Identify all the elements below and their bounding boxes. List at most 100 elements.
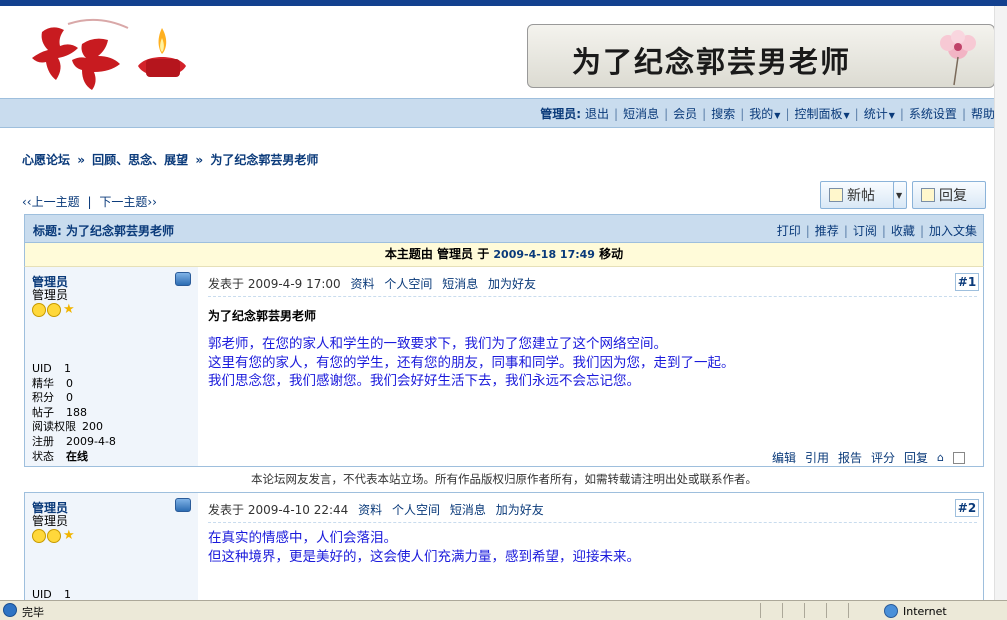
stat-value: 200 <box>82 420 103 434</box>
profile-link[interactable]: 资料 <box>358 503 382 517</box>
nav-my-label: 我的 <box>749 107 774 121</box>
smiley-icon <box>32 529 46 543</box>
edit-link[interactable]: 编辑 <box>772 449 796 466</box>
stat-row: 积分 0 <box>32 391 116 406</box>
stat-value: 1 <box>64 362 71 375</box>
breadcrumb-board[interactable]: 回顾、思念、展望 <box>92 153 188 167</box>
nav-members[interactable]: 会员 <box>673 105 697 122</box>
stat-row: 状态 在线 <box>32 450 116 465</box>
chevron-down-icon: ▼ <box>896 190 903 200</box>
floor-number[interactable]: #2 <box>955 499 979 517</box>
author-group: 管理员 <box>32 288 69 302</box>
space-link[interactable]: 个人空间 <box>392 503 440 517</box>
zone-label: Internet <box>903 604 947 618</box>
chevron-down-icon: ▼ <box>888 111 895 120</box>
action-separator: | <box>805 224 810 238</box>
favorite-link[interactable]: 收藏 <box>891 224 915 238</box>
status-bar: 完毕 Internet <box>0 600 1007 620</box>
profile-link[interactable]: 资料 <box>351 277 375 291</box>
nav-separator: | <box>961 106 966 121</box>
post-actions: 编辑 引用 报告 评分 回复 ⌂ <box>763 449 965 466</box>
report-link[interactable]: 报告 <box>838 449 862 466</box>
chevron-down-icon: ▼ <box>774 111 781 120</box>
reply-label: 回复 <box>939 188 967 204</box>
stat-label: 状态 <box>32 449 54 463</box>
action-separator: | <box>843 224 848 238</box>
topic-pager: ‹‹上一主题 | 下一主题›› <box>22 193 157 210</box>
prev-topic-mark: ‹‹ <box>22 195 32 209</box>
rank-icons: ★ <box>32 303 75 317</box>
next-topic-link[interactable]: 下一主题 <box>99 195 147 209</box>
space-link[interactable]: 个人空间 <box>384 277 432 291</box>
nav-logout[interactable]: 退出 <box>585 105 609 122</box>
nav-search[interactable]: 搜索 <box>711 105 735 122</box>
nav-system-settings[interactable]: 系统设置 <box>909 105 957 122</box>
rate-link[interactable]: 评分 <box>871 449 895 466</box>
nav-separator: | <box>854 106 859 121</box>
breadcrumb-current: 为了纪念郭芸男老师 <box>210 153 319 167</box>
stat-value: 2009-4-8 <box>66 434 116 448</box>
add-to-collection-link[interactable]: 加入文集 <box>929 224 977 238</box>
pm-link[interactable]: 短消息 <box>442 277 478 291</box>
disclaimer: 本论坛网友发言，不代表本站立场。所有作品版权归原作者所有，如需转载请注明出处或联… <box>24 467 984 492</box>
author-stats: UID 1 精华 0 积分 0 帖子 188 阅读权限 200 注册 2009-4-8 状态… <box>32 362 116 464</box>
stat-value: 0 <box>66 376 73 390</box>
nav-separator: | <box>664 106 669 121</box>
breadcrumb-forum[interactable]: 心愿论坛 <box>22 153 70 167</box>
subscribe-link[interactable]: 订阅 <box>853 224 877 238</box>
nav-stats[interactable]: 统计▼ <box>864 105 895 122</box>
status-cell <box>848 603 870 618</box>
status-cells <box>760 603 870 618</box>
pager-separator: | <box>87 195 92 209</box>
post-line: 但这种境界，更是美好的，这会使人们充满力量，感到希望，迎接未来。 <box>208 548 640 565</box>
floor-number[interactable]: #1 <box>955 273 979 291</box>
recommend-link[interactable]: 推荐 <box>815 224 839 238</box>
post-2: 管理员 管理员 ★ UID 1 发表于 2009-4-10 22:44 资料 个人… <box>24 492 984 602</box>
post-time: 发表于 2009-4-10 22:44 <box>208 503 349 517</box>
globe-icon <box>884 604 898 618</box>
new-topic-dropdown[interactable]: ▼ <box>893 181 907 209</box>
banner-title: 为了纪念郭芸男老师 <box>572 45 852 79</box>
print-link[interactable]: 打印 <box>777 224 801 238</box>
stat-label: UID <box>32 362 52 375</box>
nav-messages[interactable]: 短消息 <box>623 105 659 122</box>
add-friend-link[interactable]: 加为好友 <box>488 277 536 291</box>
smiley-icon <box>32 303 46 317</box>
nav-help[interactable]: 帮助 <box>971 105 995 122</box>
next-topic-mark: ›› <box>147 195 157 209</box>
nav-my[interactable]: 我的▼ <box>749 105 780 122</box>
stat-label: 帖子 <box>32 405 54 419</box>
vertical-scrollbar[interactable] <box>994 6 1007 600</box>
add-friend-link[interactable]: 加为好友 <box>496 503 544 517</box>
stat-label: 积分 <box>32 391 54 405</box>
stat-label: 阅读权限 <box>32 420 76 434</box>
post-body: 发表于 2009-4-9 17:00 资料 个人空间 短消息 加为好友 #1 为… <box>198 267 983 466</box>
post-meta: 发表于 2009-4-10 22:44 资料 个人空间 短消息 加为好友 <box>208 501 983 518</box>
select-checkbox[interactable] <box>953 451 965 464</box>
status-cell <box>826 603 848 618</box>
quote-link[interactable]: 引用 <box>805 449 829 466</box>
top-icon[interactable]: ⌂ <box>937 451 944 464</box>
nav-stats-label: 统计 <box>863 107 888 121</box>
thread-actions: 打印 | 推荐 | 订阅 | 收藏 | 加入文集 <box>777 222 977 239</box>
post-body: 发表于 2009-4-10 22:44 资料 个人空间 短消息 加为好友 #2 … <box>198 493 983 601</box>
site-logo[interactable] <box>28 14 198 100</box>
status-text: 完毕 <box>22 606 44 619</box>
nav-user-label: 管理员: <box>540 107 582 121</box>
reply-button[interactable]: 回复 <box>912 181 986 209</box>
stat-value: 188 <box>66 405 87 419</box>
reply-link[interactable]: 回复 <box>904 449 928 466</box>
nav-control-panel[interactable]: 控制面板▼ <box>794 105 849 122</box>
post-line: 在真实的情感中，人们会落泪。 <box>208 530 397 546</box>
action-separator: | <box>881 224 886 238</box>
post-line: 我们思念您，我们感谢您。我们会好好生活下去，我们永远不会忘记您。 <box>208 373 640 389</box>
nav-items: 管理员: 退出 | 短消息 | 会员 | 搜索 | 我的▼ | 控制面板▼ | … <box>540 105 995 122</box>
nav-separator: | <box>899 106 904 121</box>
post-meta: 发表于 2009-4-9 17:00 资料 个人空间 短消息 加为好友 <box>208 275 983 292</box>
prev-topic-link[interactable]: 上一主题 <box>32 195 80 209</box>
stat-label: 注册 <box>32 434 54 448</box>
pm-link[interactable]: 短消息 <box>450 503 486 517</box>
post-author-panel: 管理员 管理员 ★ UID 1 <box>25 493 198 601</box>
reply-icon <box>921 188 935 202</box>
notice-prefix: 本主题由 管理员 于 <box>384 247 490 261</box>
